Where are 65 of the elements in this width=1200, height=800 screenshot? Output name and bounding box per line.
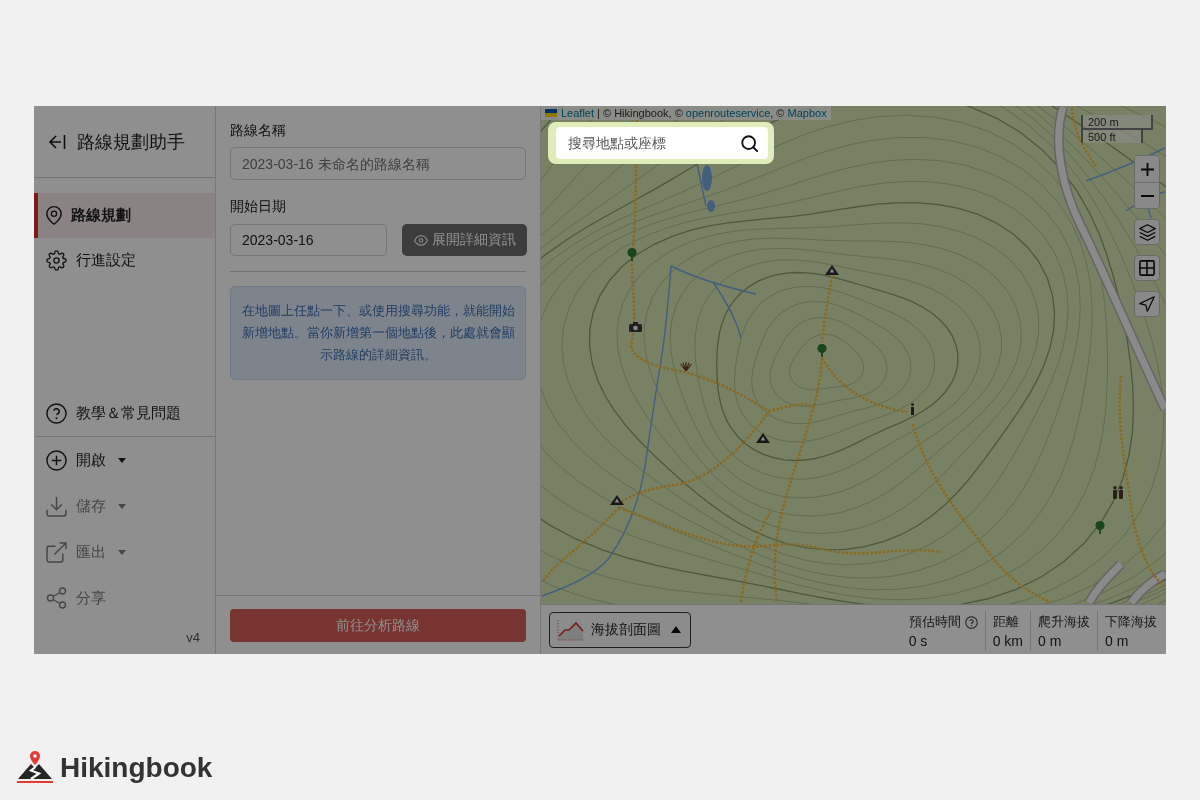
external-link-icon	[46, 541, 67, 563]
line-chart-icon	[557, 618, 585, 641]
map-attribution: Leaflet | © Hikingbook, © openrouteservice, © Mapbox	[541, 106, 831, 120]
help-icon	[46, 402, 67, 424]
stat-label: 距離	[992, 613, 1019, 631]
search-icon[interactable]	[741, 135, 758, 152]
grid-icon	[1139, 260, 1155, 276]
attribution-link[interactable]: Mapbox	[787, 106, 827, 120]
caret-up-icon	[671, 626, 681, 633]
stat-value: 0 m	[1105, 632, 1130, 651]
expand-details-button[interactable]: 展開詳細資訊	[402, 224, 527, 256]
field-label: 路線名稱	[230, 121, 286, 140]
mountain-peak-icon	[825, 265, 839, 275]
eye-icon	[413, 234, 428, 246]
minus-icon	[1140, 194, 1154, 197]
plus-icon	[1140, 162, 1154, 176]
tree-icon	[627, 247, 637, 261]
people-icon	[1112, 485, 1124, 499]
info-icon	[909, 403, 915, 415]
settings-icon	[46, 250, 67, 271]
help-icon[interactable]	[964, 615, 978, 629]
topographic-map[interactable]	[541, 106, 1166, 604]
locate-button[interactable]	[1134, 291, 1160, 317]
menu-item[interactable]: 開啟	[34, 437, 215, 483]
search-field[interactable]: 搜尋地點或座標	[556, 127, 768, 159]
stat-value: 0 km	[992, 632, 1023, 651]
download-icon	[46, 495, 67, 517]
grid-button[interactable]	[1134, 255, 1160, 281]
stat-label: 爬升海拔	[1038, 613, 1090, 631]
nav-item[interactable]: 行進設定	[34, 238, 215, 283]
plus-circle-icon	[46, 449, 67, 471]
collapse-icon[interactable]	[48, 133, 66, 150]
scale-bar: 500 ft	[1081, 128, 1143, 143]
stat-value: 0 s	[908, 632, 929, 651]
camera-icon	[628, 322, 642, 332]
viewpoint-icon	[680, 361, 692, 371]
pond	[702, 165, 712, 191]
date-input[interactable]: 2023-03-16	[230, 224, 387, 256]
share-icon	[46, 587, 67, 609]
route-name-input[interactable]: 2023-03-16 未命名的路線名稱	[230, 147, 526, 180]
sidebar-title: 路線規劃助手	[77, 130, 185, 154]
layers-button[interactable]	[1134, 219, 1160, 245]
flag-icon	[545, 109, 557, 117]
brand-name: Hikingbook	[60, 753, 213, 783]
stat-value: 0 m	[1038, 632, 1063, 651]
stat-label: 下降海拔	[1105, 613, 1157, 631]
hiking-trail	[820, 275, 834, 343]
version-label: v4	[186, 630, 200, 645]
mountain-logo-icon	[16, 751, 54, 783]
layers-icon	[1138, 223, 1156, 241]
field-label: 開始日期	[230, 197, 286, 216]
zoom-out-button[interactable]	[1135, 182, 1159, 208]
scale-bar: 200 m	[1081, 115, 1153, 130]
help-link[interactable]: 教學＆常見問題	[34, 390, 215, 437]
mountain-peak-icon	[610, 495, 624, 505]
stat-label: 預估時間	[908, 613, 961, 631]
map-pin-icon	[46, 205, 62, 226]
elevation-profile-button[interactable]: 海拔剖面圖	[549, 611, 691, 648]
tree-icon	[817, 343, 827, 357]
pond	[707, 200, 715, 212]
navigation-arrow-icon	[1139, 296, 1155, 312]
attribution-link[interactable]: Leaflet	[561, 106, 595, 120]
mountain-peak-icon	[756, 433, 770, 443]
tree-icon	[1095, 520, 1105, 534]
nav-item[interactable]: 路線規劃	[34, 193, 215, 238]
